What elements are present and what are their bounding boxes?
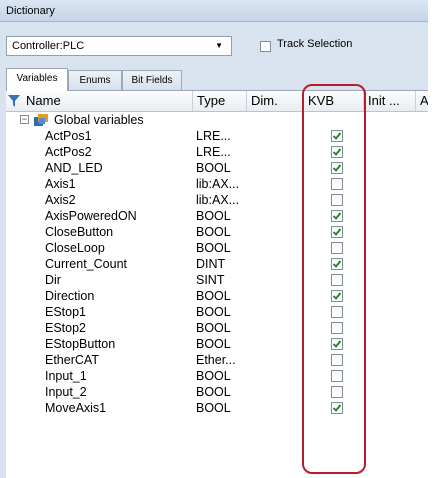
- variable-type: SINT: [196, 273, 225, 287]
- variables-group-icon: [34, 114, 48, 126]
- variable-type: BOOL: [196, 241, 231, 255]
- variable-name: CloseButton: [45, 225, 114, 239]
- column-header-dim[interactable]: Dim.: [247, 91, 304, 111]
- dictionary-panel: Dictionary Controller:PLC ▼ Track Select…: [0, 0, 429, 478]
- torn-edge: [428, 0, 444, 478]
- variable-type: BOOL: [196, 289, 231, 303]
- variable-name: Dir: [45, 273, 61, 287]
- variable-name: Direction: [45, 289, 95, 303]
- filter-icon[interactable]: [8, 95, 20, 107]
- variable-type: BOOL: [196, 401, 231, 415]
- column-header-type[interactable]: Type: [193, 91, 247, 111]
- controller-select[interactable]: Controller:PLC ▼: [6, 36, 232, 56]
- column-header-name[interactable]: Name /: [22, 91, 193, 111]
- variable-type: BOOL: [196, 385, 231, 399]
- variable-name: Axis1: [45, 177, 76, 191]
- tab-bit-fields[interactable]: Bit Fields: [122, 70, 182, 90]
- variable-type: BOOL: [196, 161, 231, 175]
- tab-variables[interactable]: Variables: [6, 68, 68, 91]
- variable-type: DINT: [196, 257, 226, 271]
- variable-type: Ether...: [196, 353, 236, 367]
- variable-name: EtherCAT: [45, 353, 99, 367]
- column-header-name-label: Name: [26, 93, 61, 108]
- variable-type: BOOL: [196, 321, 231, 335]
- variable-name: AxisPoweredON: [45, 209, 137, 223]
- variable-type: lib:AX...: [196, 177, 240, 191]
- variable-type: BOOL: [196, 369, 231, 383]
- chevron-down-icon: ▼: [215, 41, 223, 50]
- panel-title: Dictionary: [0, 0, 428, 22]
- variable-type: LRE...: [196, 145, 231, 159]
- variable-name: Input_1: [45, 369, 87, 383]
- variable-type: lib:AX...: [196, 193, 240, 207]
- variable-name: EStopButton: [45, 337, 116, 351]
- variable-name: MoveAxis1: [45, 401, 107, 415]
- variable-name: ActPos2: [45, 145, 92, 159]
- track-selection-label: Track Selection: [277, 38, 353, 50]
- variable-type: BOOL: [196, 337, 231, 351]
- variable-name: Axis2: [45, 193, 76, 207]
- variable-name: CloseLoop: [45, 241, 105, 255]
- column-header-init[interactable]: Init ...: [364, 91, 416, 111]
- variable-type: BOOL: [196, 305, 231, 319]
- variable-name: EStop2: [45, 321, 87, 335]
- tab-enums[interactable]: Enums: [68, 70, 122, 90]
- variable-name: ActPos1: [45, 129, 92, 143]
- kvb-column-highlight: [302, 84, 366, 474]
- controller-select-value: Controller:PLC: [12, 40, 85, 52]
- variable-name: Input_2: [45, 385, 87, 399]
- variable-type: BOOL: [196, 225, 231, 239]
- variable-type: LRE...: [196, 129, 231, 143]
- variable-type: BOOL: [196, 209, 231, 223]
- group-label: Global variables: [54, 113, 144, 127]
- variable-name: Current_Count: [45, 257, 127, 271]
- variable-name: EStop1: [45, 305, 87, 319]
- collapse-icon[interactable]: −: [20, 115, 29, 124]
- variable-name: AND_LED: [45, 161, 103, 175]
- track-selection-checkbox[interactable]: [260, 41, 271, 52]
